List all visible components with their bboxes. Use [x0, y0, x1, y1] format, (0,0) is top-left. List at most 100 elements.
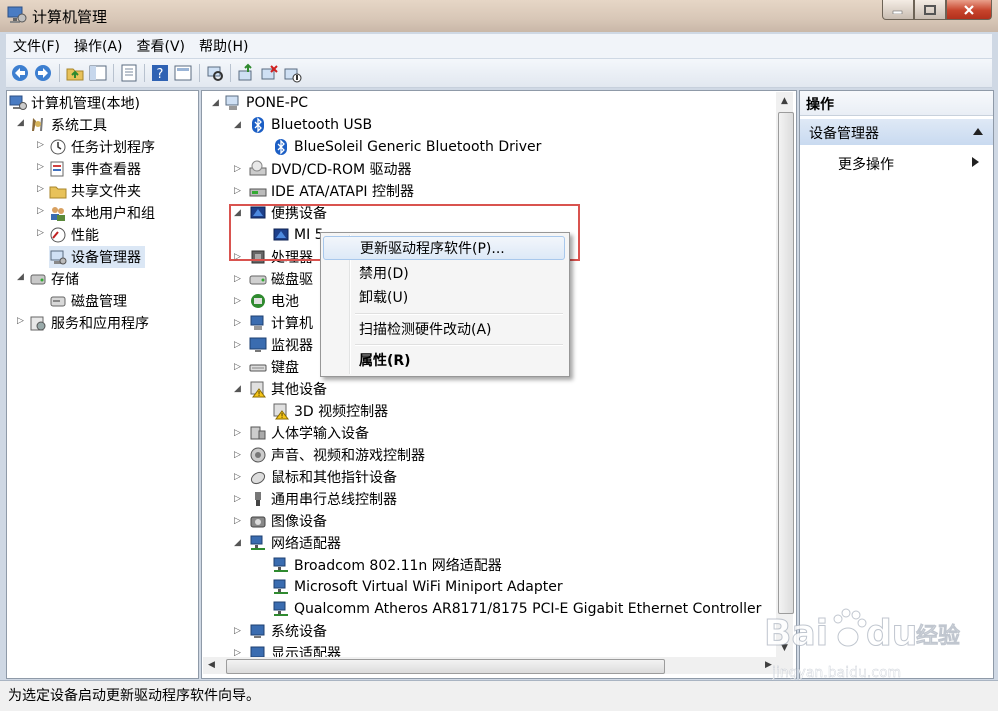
device-category-other[interactable]: ! 其他设备: [249, 378, 327, 400]
collapse-arrow-icon[interactable]: ◢: [17, 119, 25, 128]
properties-icon[interactable]: [173, 63, 193, 83]
tree-item-event-viewer[interactable]: 事件查看器: [49, 158, 141, 180]
device-category-hid[interactable]: 人体学输入设备: [249, 422, 369, 444]
users-icon: [49, 204, 67, 222]
expand-arrow-icon[interactable]: ▷: [234, 187, 242, 196]
expand-arrow-icon[interactable]: ▷: [37, 163, 45, 172]
status-text: 为选定设备启动更新驱动程序软件向导。: [8, 688, 260, 704]
vertical-scroll-thumb[interactable]: [778, 112, 794, 614]
menu-properties[interactable]: 属性(R): [323, 348, 565, 372]
tree-item-services-apps[interactable]: 服务和应用程序: [29, 312, 149, 334]
expand-arrow-icon[interactable]: ▷: [234, 495, 242, 504]
actions-section-device-manager[interactable]: 设备管理器: [800, 119, 993, 145]
menu-action[interactable]: 操作(A): [67, 36, 130, 56]
collapse-arrow-icon[interactable]: ◢: [212, 99, 220, 108]
horizontal-scroll-thumb[interactable]: [226, 659, 665, 674]
expand-arrow-icon[interactable]: ▷: [37, 141, 45, 150]
tree-item-disk-management[interactable]: 磁盘管理: [49, 290, 127, 312]
tree-item-system-tools[interactable]: 系统工具: [29, 114, 107, 136]
tree-item-computer-management[interactable]: 计算机管理(本地): [9, 92, 140, 114]
export-list-icon[interactable]: [119, 63, 139, 83]
scroll-left-icon[interactable]: ◀: [208, 660, 215, 670]
expand-arrow-icon[interactable]: ▷: [234, 297, 242, 306]
expand-arrow-icon[interactable]: ▷: [234, 275, 242, 284]
menu-scan-hardware[interactable]: 扫描检测硬件改动(A): [323, 317, 565, 341]
device-category-network[interactable]: 网络适配器: [249, 532, 341, 554]
expand-arrow-icon[interactable]: ▷: [234, 319, 242, 328]
device-category-disk[interactable]: 磁盘驱: [249, 268, 313, 290]
context-menu: 更新驱动程序软件(P)... 禁用(D) 卸载(U) 扫描检测硬件改动(A) 属…: [320, 232, 570, 377]
expand-arrow-icon[interactable]: ▷: [37, 207, 45, 216]
device-label: 图像设备: [271, 514, 327, 530]
tree-item-shared-folders[interactable]: 共享文件夹: [49, 180, 141, 202]
scan-hardware-icon[interactable]: [205, 63, 225, 83]
maximize-button[interactable]: [914, 0, 946, 20]
expand-arrow-icon[interactable]: ▷: [234, 517, 242, 526]
back-icon[interactable]: [10, 63, 30, 83]
device-category-imaging[interactable]: 图像设备: [249, 510, 327, 532]
device-3d-video-controller[interactable]: ! 3D 视频控制器: [272, 400, 388, 422]
tree-item-storage[interactable]: 存储: [29, 268, 79, 290]
device-category-battery[interactable]: 电池: [249, 290, 299, 312]
update-driver-icon[interactable]: [236, 63, 256, 83]
collapse-arrow-icon[interactable]: ◢: [234, 385, 242, 394]
device-category-dvd[interactable]: DVD/CD-ROM 驱动器: [249, 158, 412, 180]
expand-arrow-icon[interactable]: ▷: [17, 317, 25, 326]
collapse-arrow-icon[interactable]: ◢: [234, 121, 242, 130]
expand-arrow-icon[interactable]: ▷: [234, 649, 242, 658]
device-root-computer[interactable]: PONE-PC: [224, 92, 308, 114]
expand-arrow-icon[interactable]: ▷: [234, 165, 242, 174]
device-label: 计算机: [271, 316, 313, 332]
expand-arrow-icon[interactable]: ▷: [234, 341, 242, 350]
device-bluesoleil-driver[interactable]: BlueSoleil Generic Bluetooth Driver: [272, 136, 541, 158]
minimize-button[interactable]: [882, 0, 914, 20]
help-icon[interactable]: ?: [150, 63, 170, 83]
expand-arrow-icon[interactable]: ▷: [234, 363, 242, 372]
expand-arrow-icon[interactable]: ▷: [37, 185, 45, 194]
submenu-arrow-icon[interactable]: [972, 157, 979, 167]
device-category-computer[interactable]: 计算机: [249, 312, 313, 334]
up-folder-icon[interactable]: [65, 63, 85, 83]
disable-device-icon[interactable]: [282, 63, 302, 83]
tree-item-device-manager[interactable]: 设备管理器: [49, 246, 145, 268]
uninstall-icon[interactable]: [259, 63, 279, 83]
menu-file[interactable]: 文件(F): [6, 36, 67, 56]
device-label: Microsoft Virtual WiFi Miniport Adapter: [294, 579, 563, 595]
menu-view[interactable]: 查看(V): [130, 36, 193, 56]
menu-uninstall[interactable]: 卸载(U): [323, 285, 565, 309]
device-category-mouse[interactable]: 鼠标和其他指针设备: [249, 466, 397, 488]
device-category-usb[interactable]: 通用串行总线控制器: [249, 488, 397, 510]
expand-arrow-icon[interactable]: ▷: [37, 229, 45, 238]
tree-item-local-users[interactable]: 本地用户和组: [49, 202, 155, 224]
menu-help[interactable]: 帮助(H): [192, 36, 255, 56]
expand-arrow-icon[interactable]: ▷: [234, 627, 242, 636]
menu-update-driver[interactable]: 更新驱动程序软件(P)...: [323, 236, 565, 260]
close-button[interactable]: [946, 0, 992, 20]
collapse-arrow-icon[interactable]: ◢: [234, 539, 242, 548]
device-label: DVD/CD-ROM 驱动器: [271, 162, 412, 178]
menu-disable[interactable]: 禁用(D): [323, 261, 565, 285]
device-category-sound[interactable]: 声音、视频和游戏控制器: [249, 444, 425, 466]
expand-arrow-icon[interactable]: ▷: [234, 451, 242, 460]
services-icon: [29, 314, 47, 332]
expand-arrow-icon[interactable]: ▷: [234, 429, 242, 438]
device-category-system[interactable]: 系统设备: [249, 620, 327, 642]
more-actions-link[interactable]: 更多操作: [838, 154, 894, 174]
collapse-up-icon[interactable]: [973, 128, 983, 135]
device-category-monitor[interactable]: 监视器: [249, 334, 313, 356]
svg-text:!: !: [281, 412, 284, 420]
expand-arrow-icon[interactable]: ▷: [234, 473, 242, 482]
device-category-ide[interactable]: IDE ATA/ATAPI 控制器: [249, 180, 414, 202]
device-broadcom-adapter[interactable]: Broadcom 802.11n 网络适配器: [272, 554, 502, 576]
bluetooth-icon: [272, 138, 290, 156]
device-category-bluetooth[interactable]: Bluetooth USB: [249, 114, 372, 136]
forward-icon[interactable]: [33, 63, 53, 83]
scroll-up-icon[interactable]: ▲: [781, 96, 788, 106]
tree-item-task-scheduler[interactable]: 任务计划程序: [49, 136, 155, 158]
show-hide-tree-icon[interactable]: [88, 63, 108, 83]
device-category-keyboard[interactable]: 键盘: [249, 356, 299, 378]
collapse-arrow-icon[interactable]: ◢: [17, 273, 25, 282]
tree-item-performance[interactable]: 性能: [49, 224, 99, 246]
device-virtual-wifi-adapter[interactable]: Microsoft Virtual WiFi Miniport Adapter: [272, 576, 563, 598]
device-qualcomm-ethernet[interactable]: Qualcomm Atheros AR8171/8175 PCI-E Gigab…: [272, 598, 761, 620]
